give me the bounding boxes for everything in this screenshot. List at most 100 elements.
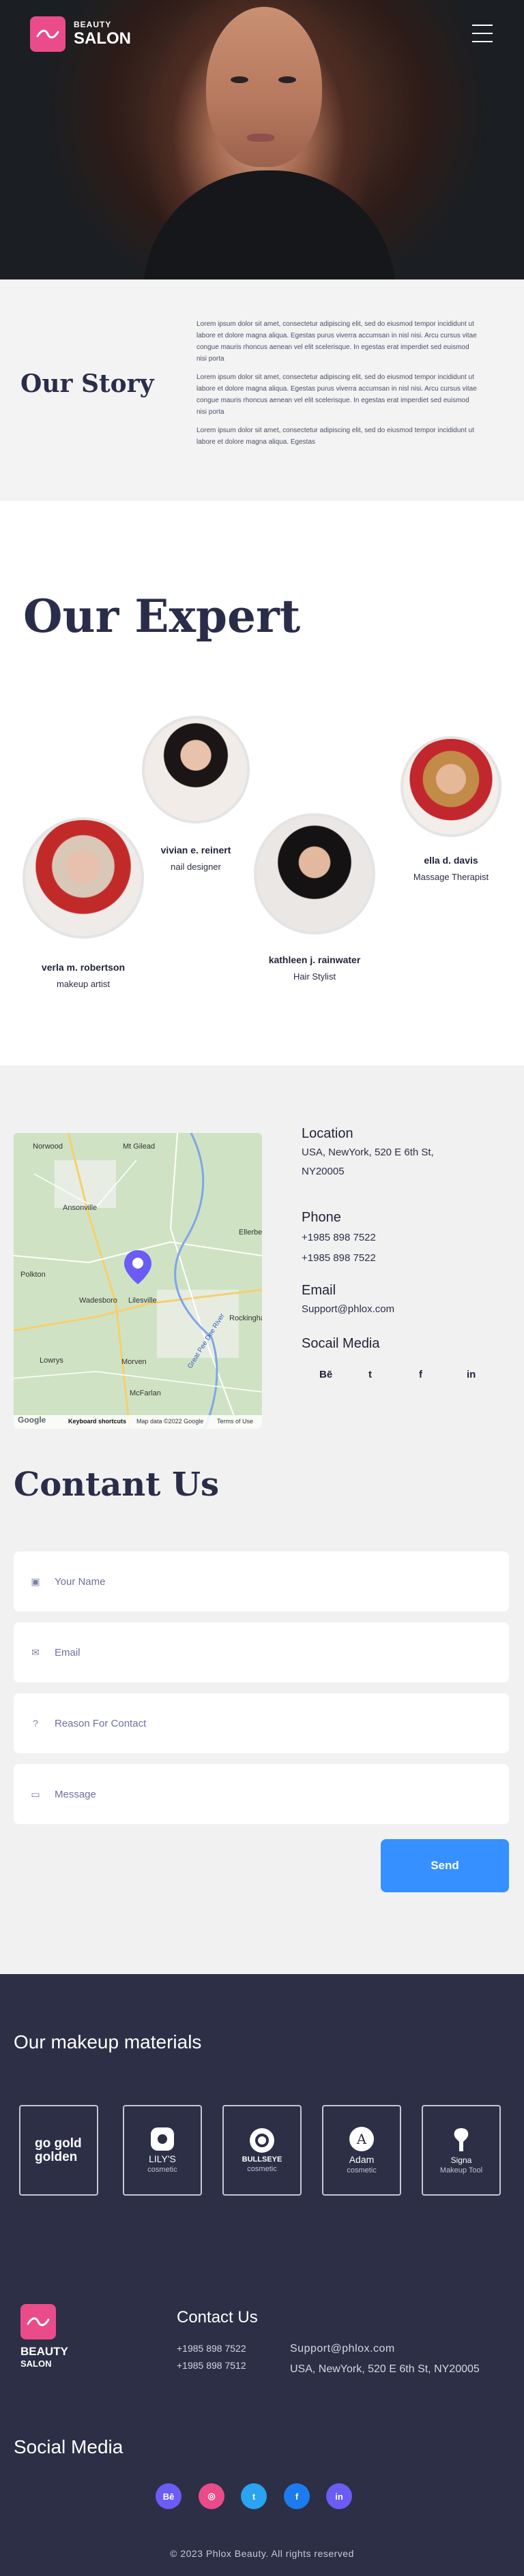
expert-name: ella d. davis — [424, 855, 478, 866]
brand-logo-bullseye[interactable]: BULLSEYE cosmetic — [222, 2105, 302, 2196]
mail-icon: ✉ — [31, 1647, 40, 1658]
location-line: NY20005 — [302, 1166, 345, 1177]
map-place: Rockingham — [229, 1314, 262, 1322]
phone-heading: Phone — [302, 1210, 341, 1225]
map-place: Morven — [121, 1358, 147, 1366]
twitter-icon[interactable]: t — [241, 2483, 267, 2509]
map-pin-icon[interactable] — [123, 1249, 153, 1286]
experts-title: Our Expert — [23, 590, 301, 643]
expert-name: kathleen j. rainwater — [268, 954, 361, 965]
story-paragraph: Lorem ipsum dolor sit amet, consectetur … — [196, 320, 477, 363]
logo-text-bottom: SALON — [74, 29, 131, 48]
phone-number[interactable]: +1985 898 7522 — [302, 1229, 376, 1247]
footer-email[interactable]: Support@phlox.com — [290, 2343, 395, 2355]
expert-photo — [254, 813, 375, 935]
expert-role: Massage Therapist — [413, 872, 489, 882]
hero-model-face — [206, 7, 322, 167]
chat-icon: ▭ — [31, 1789, 40, 1800]
brush-icon — [454, 2127, 469, 2151]
message-placeholder: Message — [55, 1789, 96, 1800]
map-place: Wadesboro — [79, 1297, 117, 1305]
hero-model-eye — [231, 76, 248, 83]
site-logo[interactable]: BEAUTY SALON — [30, 16, 131, 52]
email-placeholder: Email — [55, 1647, 81, 1658]
flower-icon — [151, 2127, 174, 2151]
twitter-icon[interactable]: t — [368, 1369, 372, 1380]
question-icon: ? — [33, 1718, 38, 1729]
message-field[interactable]: ▭ Message — [14, 1764, 509, 1824]
reason-field[interactable]: ? Reason For Contact — [14, 1693, 509, 1753]
expert-role: nail designer — [171, 862, 221, 872]
location-line: USA, NewYork, 520 E 6th St, — [302, 1147, 434, 1158]
location-heading: Location — [302, 1126, 353, 1141]
location-map[interactable]: Norwood Mt Gilead Ansonville Polkton Wad… — [14, 1133, 262, 1429]
logo-wave-icon — [30, 16, 66, 52]
map-place: Lilesville — [128, 1297, 157, 1305]
expert-role: Hair Stylist — [293, 971, 336, 982]
footer-logo-bottom: SALON — [20, 2359, 52, 2369]
brand-name: Adam — [349, 2153, 375, 2165]
brand-logo-gogold[interactable]: go gold golden — [19, 2105, 98, 2196]
story-paragraph: Lorem ipsum dolor sit amet, consectetur … — [196, 427, 474, 446]
story-paragraph: Lorem ipsum dolor sit amet, consectetur … — [196, 374, 477, 416]
map-terms-link[interactable]: Terms of Use — [217, 1418, 253, 1425]
story-section: Our Story Lorem ipsum dolor sit amet, co… — [0, 279, 524, 501]
footer-logo[interactable]: BEAUTY SALON — [20, 2304, 68, 2369]
contact-form-title: Contant Us — [14, 1466, 220, 1504]
facebook-icon[interactable]: f — [284, 2483, 310, 2509]
footer-phone[interactable]: +1985 898 7522 — [177, 2343, 246, 2354]
footer-phone[interactable]: +1985 898 7512 — [177, 2360, 246, 2371]
expert-name: vivian e. reinert — [160, 845, 231, 855]
footer-address: USA, NewYork, 520 E 6th St, NY20005 — [290, 2363, 480, 2375]
footer-logo-top: BEAUTY — [20, 2345, 68, 2358]
behance-icon[interactable]: Bē — [156, 2483, 181, 2509]
linkedin-icon[interactable]: in — [467, 1369, 476, 1380]
materials-title: Our makeup materials — [14, 2031, 202, 2052]
brand-logo-signa[interactable]: Signa Makeup Tool — [422, 2105, 501, 2196]
hamburger-menu-icon[interactable] — [472, 23, 493, 44]
name-field[interactable]: ▣ Your Name — [14, 1551, 509, 1611]
hero-banner: BEAUTY SALON — [0, 0, 524, 279]
brand-logo-lilys[interactable]: LILY'S cosmetic — [123, 2105, 202, 2196]
dribbble-icon[interactable]: ◎ — [199, 2483, 224, 2509]
email-heading: Email — [302, 1283, 336, 1298]
map-place: Ansonville — [63, 1204, 98, 1212]
brand-logo-adam[interactable]: A Adam cosmetic — [322, 2105, 401, 2196]
hero-model-eye — [278, 76, 296, 83]
id-card-icon: ▣ — [31, 1576, 40, 1587]
brand-name: BULLSEYE — [242, 2155, 282, 2164]
send-button[interactable]: Send — [381, 1839, 509, 1892]
map-place: Polkton — [20, 1271, 46, 1279]
copyright-text: © 2023 Phlox Beauty. All rights reserved — [170, 2548, 354, 2559]
brand-name: LILY'S — [149, 2153, 176, 2164]
expert-name: verla m. robertson — [41, 962, 126, 973]
brand-name: Signa — [450, 2155, 472, 2165]
logo-text-top: BEAUTY — [74, 20, 112, 29]
reason-placeholder: Reason For Contact — [55, 1718, 147, 1729]
footer-contact-title: Contact Us — [177, 2308, 258, 2327]
phone-number[interactable]: +1985 898 7522 — [302, 1249, 376, 1267]
map-place: Norwood — [33, 1142, 63, 1151]
expert-role: makeup artist — [56, 979, 111, 989]
map-place: Ellerbe — [239, 1228, 262, 1237]
google-logo: Google — [18, 1415, 46, 1425]
story-text: Lorem ipsum dolor sit amet, consectetur … — [196, 318, 478, 448]
brand-sub: cosmetic — [347, 2166, 377, 2175]
map-place: Mt Gilead — [123, 1142, 156, 1151]
brand-sub: cosmetic — [147, 2165, 177, 2174]
map-place: McFarlan — [130, 1389, 161, 1397]
linkedin-icon[interactable]: in — [326, 2483, 352, 2509]
email-field[interactable]: ✉ Email — [14, 1622, 509, 1682]
social-heading: Socail Media — [302, 1336, 380, 1351]
facebook-icon[interactable]: f — [419, 1369, 422, 1380]
behance-icon[interactable]: Bē — [319, 1369, 332, 1380]
story-title: Our Story — [20, 369, 154, 398]
map-shortcuts-link[interactable]: Keyboard shortcuts — [68, 1418, 126, 1425]
brand-name: go gold golden — [35, 2136, 82, 2164]
expert-photo — [142, 716, 250, 823]
email-address[interactable]: Support@phlox.com — [302, 1301, 394, 1318]
map-attribution: Map data ©2022 Google — [136, 1418, 204, 1425]
hero-model-sweater — [143, 170, 396, 279]
expert-photo — [401, 736, 501, 837]
brand-sub: Makeup Tool — [439, 2166, 483, 2175]
